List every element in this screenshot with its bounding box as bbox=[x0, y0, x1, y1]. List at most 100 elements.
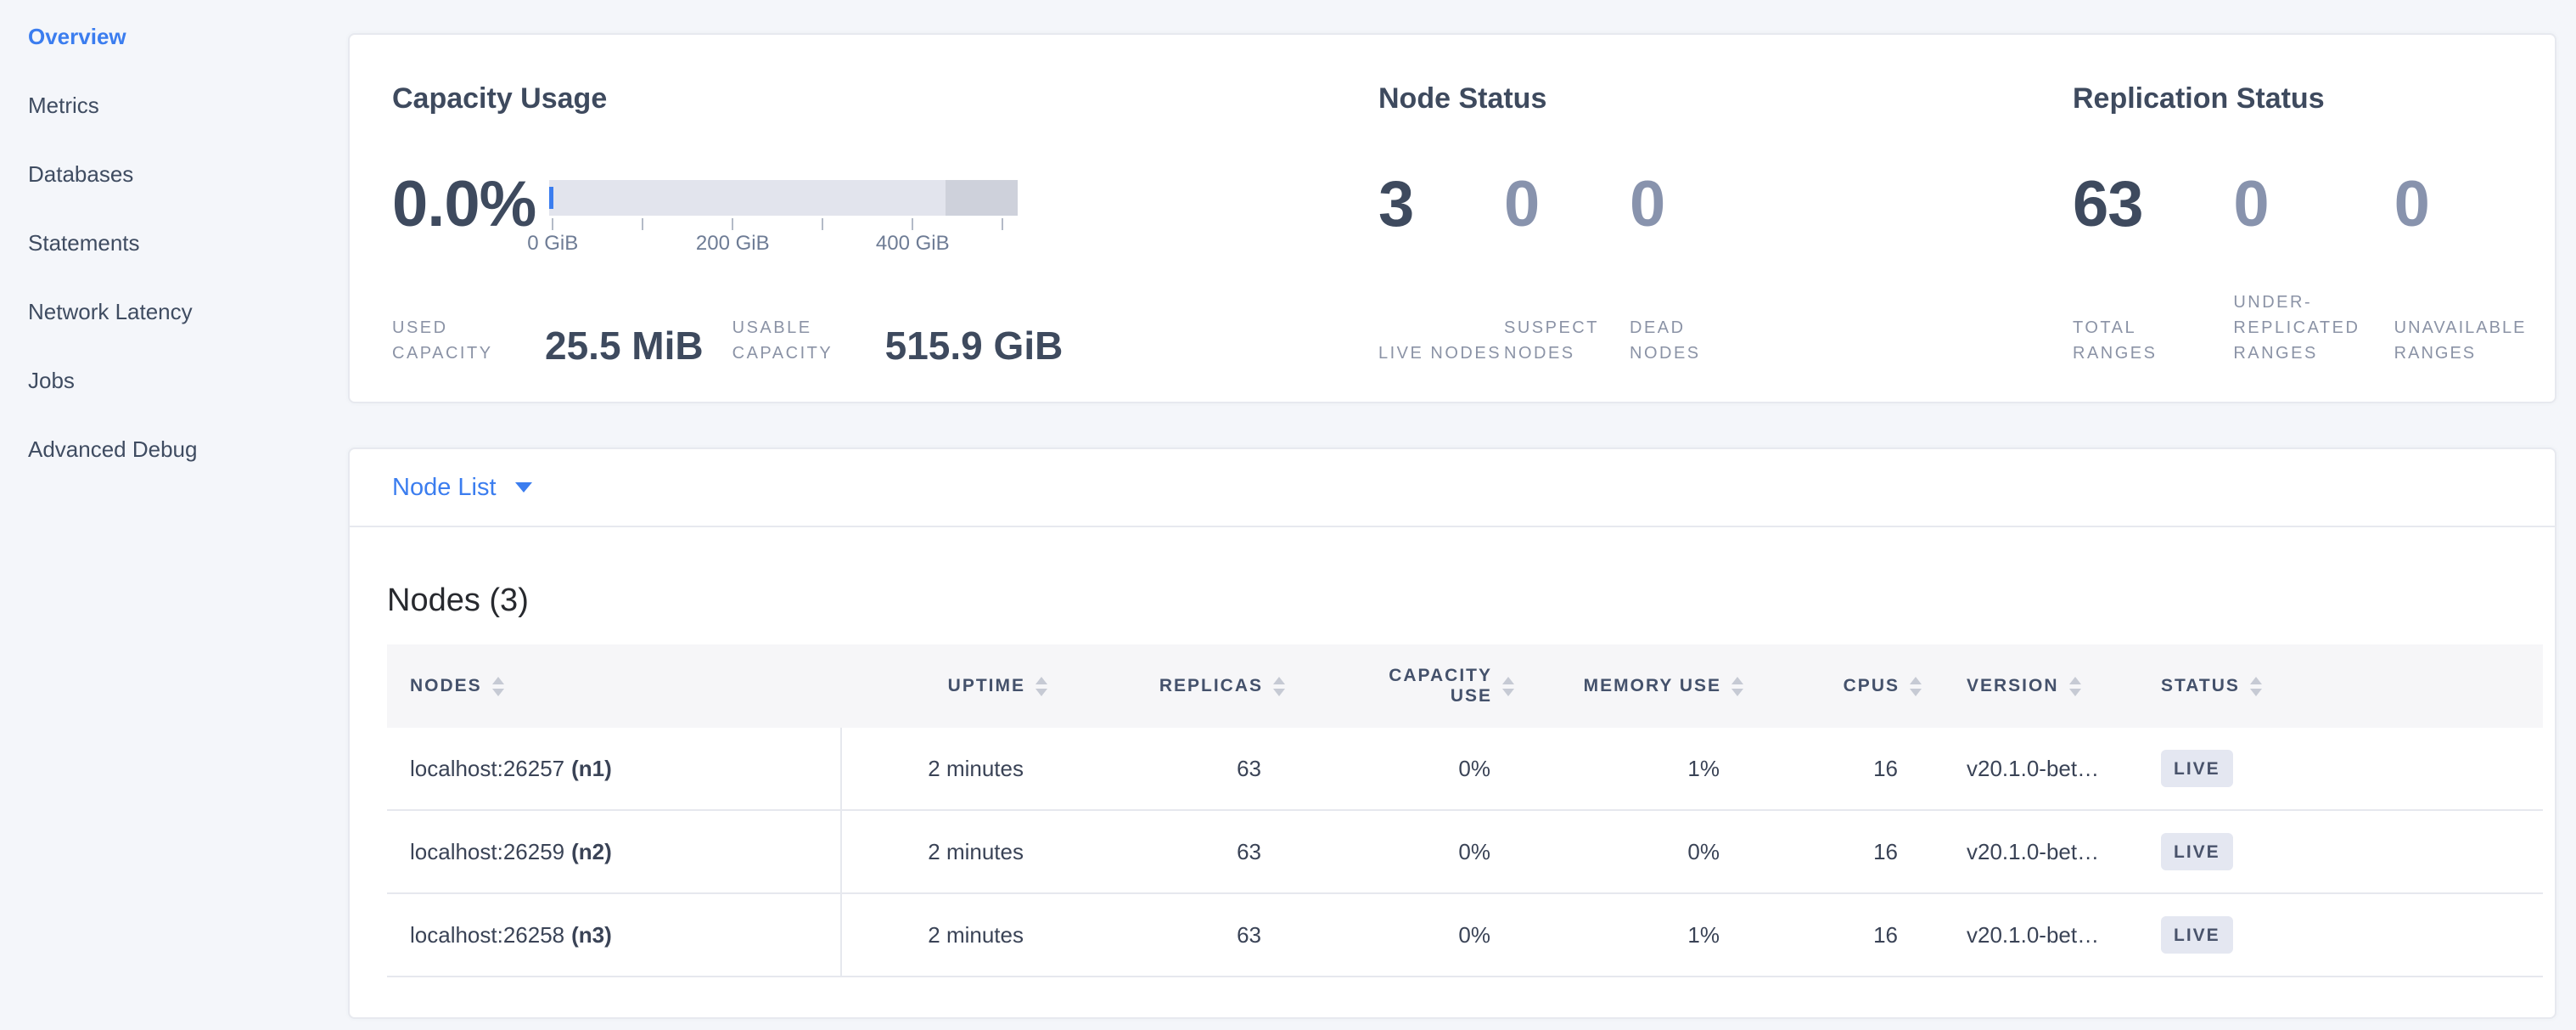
table-row[interactable]: localhost:26259 (n2) 2 minutes 63 0% 0% … bbox=[387, 811, 2543, 894]
dead-nodes-label: DEAD NODES bbox=[1630, 315, 1755, 366]
sort-icon bbox=[1731, 677, 1743, 696]
sort-icon bbox=[1502, 677, 1514, 696]
suspect-nodes-stat: 0 SUSPECT NODES bbox=[1504, 171, 1630, 366]
cpus-cell: 16 bbox=[1750, 811, 1928, 894]
sidebar-item-metrics[interactable]: Metrics bbox=[28, 71, 348, 140]
status-badge: LIVE bbox=[2161, 916, 2233, 954]
capacity-gauge-ticks bbox=[549, 218, 1018, 230]
memory-use-cell: 1% bbox=[1521, 728, 1750, 811]
live-nodes-label: LIVE NODES bbox=[1378, 341, 1504, 366]
version-cell: v20.1.0-bet… bbox=[1928, 728, 2141, 811]
capacity-use-cell: 0% bbox=[1292, 811, 1521, 894]
suspect-nodes-label: SUSPECT NODES bbox=[1504, 315, 1630, 366]
replicas-cell: 63 bbox=[1054, 728, 1292, 811]
unavailable-ranges-label: UNAVAILABLE RANGES bbox=[2394, 315, 2555, 366]
table-row[interactable]: localhost:26257 (n1) 2 minutes 63 0% 1% … bbox=[387, 728, 2543, 811]
status-cell: LIVE bbox=[2141, 894, 2543, 977]
sidebar-item-jobs[interactable]: Jobs bbox=[28, 346, 348, 415]
nodes-table-header: NODES UPTIME REPLICAS CAPACITY USE bbox=[387, 644, 2543, 728]
memory-use-cell: 0% bbox=[1521, 811, 1750, 894]
live-nodes-value: 3 bbox=[1378, 171, 1504, 239]
used-capacity-label: USED CAPACITY bbox=[392, 315, 519, 366]
under-replicated-ranges-label: UNDER-REPLICATED RANGES bbox=[2233, 290, 2394, 366]
capacity-gauge: 0 GiB 200 GiB 400 GiB bbox=[549, 171, 1018, 257]
capacity-gauge-reserved-segment bbox=[946, 180, 1018, 216]
version-cell: v20.1.0-bet… bbox=[1928, 894, 2141, 977]
chevron-down-icon bbox=[515, 482, 532, 492]
axis-label-200gib: 200 GiB bbox=[696, 232, 770, 256]
capacity-use-cell: 0% bbox=[1292, 728, 1521, 811]
memory-use-cell: 1% bbox=[1521, 894, 1750, 977]
capacity-gauge-used-marker bbox=[549, 187, 553, 209]
capacity-gauge-axis-labels: 0 GiB 200 GiB 400 GiB bbox=[549, 232, 1018, 257]
status-badge: LIVE bbox=[2161, 750, 2233, 787]
total-ranges-value: 63 bbox=[2073, 171, 2233, 239]
sort-icon bbox=[1035, 677, 1047, 696]
column-header-nodes[interactable]: NODES bbox=[387, 644, 842, 728]
table-row[interactable]: localhost:26258 (n3) 2 minutes 63 0% 1% … bbox=[387, 894, 2543, 977]
node-status-section: Node Status 3 LIVE NODES 0 SUSPECT NODES… bbox=[1378, 83, 2073, 402]
node-address-cell: localhost:26257 (n1) bbox=[387, 728, 842, 811]
used-capacity-stat: USED CAPACITY 25.5 MiB bbox=[392, 315, 704, 366]
sort-icon bbox=[1273, 677, 1285, 696]
axis-label-400gib: 400 GiB bbox=[876, 232, 950, 256]
column-header-capacity-use[interactable]: CAPACITY USE bbox=[1292, 644, 1521, 728]
live-nodes-stat: 3 LIVE NODES bbox=[1378, 171, 1504, 366]
sort-icon bbox=[492, 677, 504, 696]
under-replicated-ranges-value: 0 bbox=[2233, 171, 2394, 239]
usable-capacity-value: 515.9 GiB bbox=[885, 325, 1064, 366]
replication-status-section: Replication Status 63 TOTAL RANGES 0 UND… bbox=[2073, 83, 2555, 402]
node-address-cell: localhost:26259 (n2) bbox=[387, 811, 842, 894]
used-capacity-value: 25.5 MiB bbox=[545, 325, 704, 366]
status-cell: LIVE bbox=[2141, 811, 2543, 894]
usable-capacity-stat: USABLE CAPACITY 515.9 GiB bbox=[732, 315, 1064, 366]
replication-status-title: Replication Status bbox=[2073, 83, 2555, 114]
status-cell: LIVE bbox=[2141, 728, 2543, 811]
column-header-cpus[interactable]: CPUS bbox=[1750, 644, 1928, 728]
uptime-cell: 2 minutes bbox=[842, 728, 1054, 811]
unavailable-ranges-value: 0 bbox=[2394, 171, 2555, 239]
usable-capacity-label: USABLE CAPACITY bbox=[732, 315, 860, 366]
sort-icon bbox=[2069, 677, 2081, 696]
node-list-dropdown-label: Node List bbox=[392, 474, 497, 502]
sidebar-item-network-latency[interactable]: Network Latency bbox=[28, 278, 348, 346]
sidebar-item-databases[interactable]: Databases bbox=[28, 140, 348, 209]
suspect-nodes-value: 0 bbox=[1504, 171, 1630, 239]
column-header-status[interactable]: STATUS bbox=[2141, 644, 2543, 728]
capacity-gauge-bar bbox=[549, 180, 1018, 216]
cpus-cell: 16 bbox=[1750, 728, 1928, 811]
dead-nodes-stat: 0 DEAD NODES bbox=[1630, 171, 1755, 366]
uptime-cell: 2 minutes bbox=[842, 894, 1054, 977]
capacity-usage-title: Capacity Usage bbox=[392, 83, 1378, 114]
nodes-table: NODES UPTIME REPLICAS CAPACITY USE bbox=[387, 644, 2543, 977]
sort-icon bbox=[1910, 677, 1922, 696]
unavailable-ranges-stat: 0 UNAVAILABLE RANGES bbox=[2394, 171, 2555, 366]
status-badge: LIVE bbox=[2161, 833, 2233, 870]
node-list-dropdown[interactable]: Node List bbox=[350, 449, 2555, 527]
uptime-cell: 2 minutes bbox=[842, 811, 1054, 894]
column-header-memory-use[interactable]: MEMORY USE bbox=[1521, 644, 1750, 728]
node-address-cell: localhost:26258 (n3) bbox=[387, 894, 842, 977]
node-status-title: Node Status bbox=[1378, 83, 2073, 114]
sidebar-item-statements[interactable]: Statements bbox=[28, 209, 348, 278]
capacity-use-cell: 0% bbox=[1292, 894, 1521, 977]
dead-nodes-value: 0 bbox=[1630, 171, 1755, 239]
sidebar-item-overview[interactable]: Overview bbox=[28, 3, 348, 71]
column-header-uptime[interactable]: UPTIME bbox=[842, 644, 1054, 728]
sort-icon bbox=[2250, 677, 2262, 696]
capacity-percent-value: 0.0% bbox=[392, 171, 536, 257]
column-header-replicas[interactable]: REPLICAS bbox=[1054, 644, 1292, 728]
cluster-summary-card: Capacity Usage 0.0% 0 Gi bbox=[348, 33, 2556, 403]
replicas-cell: 63 bbox=[1054, 811, 1292, 894]
axis-label-0gib: 0 GiB bbox=[527, 232, 578, 256]
version-cell: v20.1.0-bet… bbox=[1928, 811, 2141, 894]
replicas-cell: 63 bbox=[1054, 894, 1292, 977]
cpus-cell: 16 bbox=[1750, 894, 1928, 977]
nodes-heading: Nodes (3) bbox=[387, 582, 2540, 619]
column-header-version[interactable]: VERSION bbox=[1928, 644, 2141, 728]
under-replicated-ranges-stat: 0 UNDER-REPLICATED RANGES bbox=[2233, 171, 2394, 366]
capacity-usage-section: Capacity Usage 0.0% 0 Gi bbox=[392, 83, 1378, 402]
sidebar-item-advanced-debug[interactable]: Advanced Debug bbox=[28, 415, 348, 484]
total-ranges-label: TOTAL RANGES bbox=[2073, 315, 2200, 366]
total-ranges-stat: 63 TOTAL RANGES bbox=[2073, 171, 2233, 366]
